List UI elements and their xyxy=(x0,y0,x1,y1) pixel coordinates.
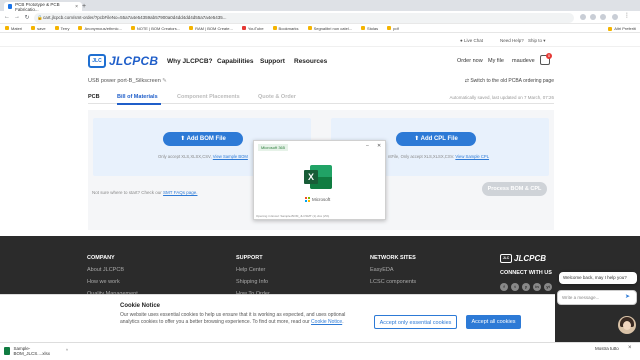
tab-title: PCB Prototype & PCB Fabricatio... xyxy=(15,1,60,12)
pencil-icon[interactable]: ✎ xyxy=(162,78,167,84)
reload-icon[interactable]: ↻ xyxy=(22,14,32,21)
nav-capabilities[interactable]: Capabilities xyxy=(217,58,253,65)
bookmark-item[interactable]: NOTE | BOM Creators... xyxy=(130,26,180,31)
need-help-link[interactable]: Need Help? xyxy=(500,38,524,43)
ship-to-link[interactable]: Ship to ▾ xyxy=(528,38,546,44)
smt-faq-link[interactable]: SMT FAQs page. xyxy=(163,190,197,195)
excel-app-icon: X xyxy=(304,165,332,189)
cart-count-badge: 0 xyxy=(546,53,552,59)
bookmark-item[interactable]: Stolas xyxy=(361,26,378,31)
chevron-up-icon[interactable]: ^ xyxy=(66,348,68,353)
cookie-title: Cookie Notice xyxy=(120,303,161,309)
microsoft-365-badge: Microsoft 365 xyxy=(258,144,289,151)
browser-tab-active[interactable]: PCB Prototype & PCB Fabricatio... × xyxy=(4,1,82,12)
send-icon[interactable]: ➤ xyxy=(625,293,630,300)
extensions-icon[interactable] xyxy=(600,14,606,20)
tab-pcb[interactable]: PCB xyxy=(88,94,100,100)
forward-icon[interactable]: → xyxy=(12,14,22,20)
bookmark-item[interactable]: Bookmarks xyxy=(272,26,299,31)
process-bom-cpl-button[interactable]: Process BOM & CPL xyxy=(482,182,547,196)
footer-support-heading: SUPPORT xyxy=(236,255,263,261)
bookmark-item[interactable]: RAM | BOM Create... xyxy=(189,26,233,31)
footer-company-heading: COMPANY xyxy=(87,255,115,261)
project-name: USB power port-B_Silkscreen ✎ xyxy=(88,78,167,84)
downloads-bar xyxy=(0,342,640,360)
footer-link[interactable]: How we work xyxy=(87,279,120,285)
cookie-text: Our website uses essential cookies to he… xyxy=(120,312,346,325)
download-item[interactable]: Sample-BOM_JLCS....xlsx ^ xyxy=(4,345,68,356)
favicon-icon xyxy=(8,4,13,9)
bom-hint: Only accept XLS,XLSX,CSV, View Sample BO… xyxy=(158,154,248,159)
youtube-icon[interactable]: yt xyxy=(544,283,552,291)
nav-resources[interactable]: Resources xyxy=(294,58,327,65)
accept-essential-cookies-button[interactable]: Accept only essential cookies xyxy=(374,315,457,329)
autosave-status: Automatically saved, last updated on 7 M… xyxy=(449,95,554,100)
bookmark-item[interactable]: Segnalibri non catel... xyxy=(307,26,352,31)
active-tab-indicator xyxy=(117,103,161,105)
share-icon[interactable] xyxy=(580,14,586,20)
show-all-downloads-button[interactable]: Mostra tutto xyxy=(595,346,619,351)
microsoft-squares-icon xyxy=(305,197,310,202)
live-chat-link[interactable]: ● Live Chat xyxy=(460,38,483,43)
cookie-notice-link[interactable]: Cookie Notice xyxy=(311,319,342,325)
browser-tab-bar: PCB Prototype & PCB Fabricatio... × + xyxy=(0,0,640,12)
footer-link[interactable]: About JLCPCB xyxy=(87,267,124,273)
menu-icon[interactable]: ⋮ xyxy=(624,12,630,19)
profile-icon[interactable] xyxy=(612,14,618,20)
twitter-icon[interactable]: t xyxy=(511,283,519,291)
jlcpcb-logo[interactable]: JLC JLCPCB xyxy=(88,52,158,70)
minimize-icon[interactable]: – xyxy=(366,143,369,149)
excel-file-icon xyxy=(4,346,11,355)
linkedin-icon[interactable]: in xyxy=(533,283,541,291)
nav-support[interactable]: Support xyxy=(260,58,285,65)
bookmark-item[interactable]: Anonymous/ethmic... xyxy=(78,26,122,31)
user-menu[interactable]: maudeve xyxy=(512,58,535,64)
tab-quote-order[interactable]: Quote & Order xyxy=(258,94,296,100)
other-bookmarks[interactable]: Altri Preferiti xyxy=(608,24,636,33)
cpl-hint: ntFile, Only accept XLS,XLSX,CSV. View S… xyxy=(388,154,490,159)
footer-link[interactable]: EasyEDA xyxy=(370,267,394,273)
bookmark-item[interactable]: Terry xyxy=(54,26,69,31)
faq-hint: Not sure where to start? Check our SMT F… xyxy=(92,190,198,195)
close-tab-icon[interactable]: × xyxy=(75,4,78,10)
facebook-icon[interactable]: f xyxy=(500,283,508,291)
chat-agent-avatar[interactable] xyxy=(618,316,636,334)
order-now-link[interactable]: Order now xyxy=(457,58,483,64)
my-file-link[interactable]: My file xyxy=(488,58,504,64)
footer-link[interactable]: LCSC components xyxy=(370,279,416,285)
close-icon[interactable]: ✕ xyxy=(377,143,381,149)
bookmark-item[interactable]: save xyxy=(31,26,46,31)
bookmarks-bar: Materi save Terry Anonymous/ethmic... NO… xyxy=(0,24,640,33)
microsoft-logo: Microsoft xyxy=(305,197,330,202)
close-downloads-icon[interactable]: × xyxy=(628,345,632,351)
url-field[interactable]: 🔒 cart.jlcpcb.com/smt-order/?pcbFileNo=5… xyxy=(34,12,574,23)
splash-status: Opening in Excel: Sample-BOM_JLCSMT (1).… xyxy=(256,214,330,218)
old-pcba-link[interactable]: ⇄ Switch to the old PCBA ordering page xyxy=(465,78,554,84)
connect-heading: CONNECT WITH US xyxy=(500,270,552,276)
lock-icon: 🔒 xyxy=(37,14,43,20)
view-sample-cpl-link[interactable]: View Sample CPL xyxy=(455,154,489,159)
view-sample-bom-link[interactable]: View Sample BOM xyxy=(213,154,248,159)
new-tab-button[interactable]: + xyxy=(82,2,92,11)
accept-all-cookies-button[interactable]: Accept all cookies xyxy=(466,315,521,329)
add-cpl-button[interactable]: ⬆ Add CPL File xyxy=(396,132,476,146)
tab-bill-of-materials[interactable]: Bill of Materials xyxy=(117,94,158,100)
bookmark-star-icon[interactable] xyxy=(590,14,596,20)
bookmark-item[interactable]: Materi xyxy=(5,26,22,31)
bookmark-item[interactable]: YouTube xyxy=(241,26,264,31)
yelp-icon[interactable]: y xyxy=(522,283,530,291)
footer-logo: JLC JLCPCB xyxy=(500,254,546,263)
footer-link[interactable]: Help Center xyxy=(236,267,265,273)
back-icon[interactable]: ← xyxy=(2,14,12,20)
add-bom-button[interactable]: ⬆ Add BOM File xyxy=(163,132,243,146)
tab-component-placements[interactable]: Component Placements xyxy=(177,94,240,100)
footer-link[interactable]: Shipping Info xyxy=(236,279,268,285)
address-bar-row: ← → ↻ 🔒 cart.jlcpcb.com/smt-order/?pcbFi… xyxy=(0,11,640,24)
bookmark-item[interactable]: pdf xyxy=(387,26,399,31)
nav-why-jlcpcb[interactable]: Why JLCPCB? xyxy=(167,58,213,65)
chat-welcome-bubble: Welcome back, may I help you? xyxy=(559,272,637,284)
footer-network-heading: NETWORK SITES xyxy=(370,255,416,261)
